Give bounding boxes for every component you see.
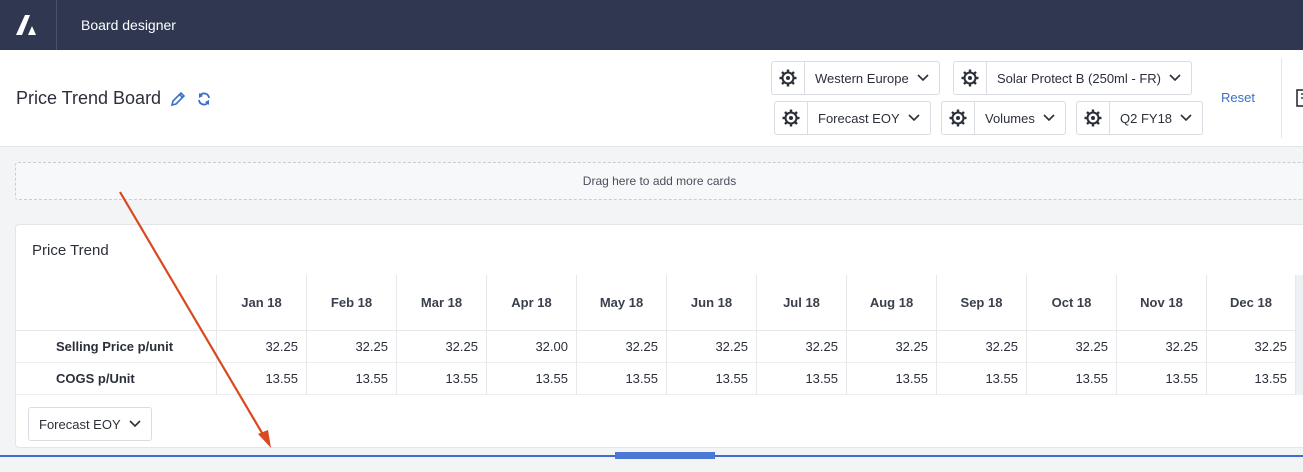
table-cell[interactable]: 13.55 xyxy=(306,363,396,395)
reset-button[interactable]: Reset xyxy=(1221,90,1255,105)
filter-measure-select[interactable]: Volumes xyxy=(975,101,1066,135)
top-app-bar: Board designer xyxy=(0,0,1303,50)
table-cell[interactable]: 32.25 xyxy=(666,331,756,363)
card-title: Price Trend xyxy=(32,242,109,259)
table-cell[interactable]: 32.25 xyxy=(1206,331,1296,363)
filter-measure-value: Volumes xyxy=(985,110,1035,126)
table-cell[interactable]: 13.55 xyxy=(1116,363,1206,395)
table-cell[interactable]: 32.25 xyxy=(756,331,846,363)
price-trend-table: Jan 18 Feb 18 Mar 18 Apr 18 May 18 Jun 1… xyxy=(16,275,1303,395)
table-cell[interactable]: 13.55 xyxy=(846,363,936,395)
table-cell[interactable]: 32.25 xyxy=(1116,331,1206,363)
chevron-down-icon xyxy=(917,74,929,82)
filter-scenario: Forecast EOY xyxy=(774,101,931,135)
side-panel-icon[interactable] xyxy=(1296,89,1303,112)
table-corner-cell xyxy=(16,275,216,331)
table-cell[interactable]: 13.55 xyxy=(1206,363,1296,395)
edit-pencil-icon[interactable] xyxy=(169,90,187,108)
filter-scenario-value: Forecast EOY xyxy=(818,110,900,126)
column-header: Sep 18 xyxy=(936,275,1026,331)
table-cell[interactable]: 13.55 xyxy=(216,363,306,395)
table-cell[interactable]: 32.25 xyxy=(396,331,486,363)
column-header: Dec 18 xyxy=(1206,275,1296,331)
filter-product-value: Solar Protect B (250ml - FR) xyxy=(997,70,1161,86)
column-header: Aug 18 xyxy=(846,275,936,331)
table-cell[interactable]: 32.25 xyxy=(576,331,666,363)
filter-region-settings-button[interactable] xyxy=(771,61,805,95)
gear-icon xyxy=(782,109,800,127)
table-cell[interactable]: 13.55 xyxy=(666,363,756,395)
chevron-down-icon xyxy=(1043,114,1055,122)
column-header: Jun 18 xyxy=(666,275,756,331)
table-row: COGS p/Unit 13.55 13.55 13.55 13.55 13.5… xyxy=(16,363,1303,395)
filter-measure: Volumes xyxy=(941,101,1066,135)
chevron-down-icon xyxy=(129,420,141,428)
refresh-icon[interactable] xyxy=(195,90,213,108)
filter-product-select[interactable]: Solar Protect B (250ml - FR) xyxy=(987,61,1192,95)
board-title-group: Price Trend Board xyxy=(16,88,213,109)
filter-product-settings-button[interactable] xyxy=(953,61,987,95)
column-header: Nov 18 xyxy=(1116,275,1206,331)
app-title: Board designer xyxy=(81,17,176,33)
table-cell[interactable]: 32.25 xyxy=(306,331,396,363)
board-title: Price Trend Board xyxy=(16,88,162,108)
filter-period-settings-button[interactable] xyxy=(1076,101,1110,135)
chevron-down-icon xyxy=(908,114,920,122)
table-cell[interactable]: 32.25 xyxy=(1026,331,1116,363)
column-header: Apr 18 xyxy=(486,275,576,331)
column-header: Feb 18 xyxy=(306,275,396,331)
filter-region-value: Western Europe xyxy=(815,70,909,86)
table-cell[interactable]: 32.25 xyxy=(846,331,936,363)
table-cell[interactable]: 13.55 xyxy=(486,363,576,395)
table-cell[interactable]: 32.00 xyxy=(486,331,576,363)
table-cell[interactable]: 13.55 xyxy=(396,363,486,395)
gear-icon xyxy=(961,69,979,87)
filter-region: Western Europe xyxy=(771,61,940,95)
table-cell[interactable]: 13.55 xyxy=(936,363,1026,395)
table-cell[interactable]: 32.25 xyxy=(216,331,306,363)
table-scrollbar[interactable] xyxy=(1296,275,1303,331)
row-label: Selling Price p/unit xyxy=(16,331,216,363)
gear-icon xyxy=(949,109,967,127)
filter-scenario-select[interactable]: Forecast EOY xyxy=(808,101,931,135)
filter-measure-settings-button[interactable] xyxy=(941,101,975,135)
chevron-down-icon xyxy=(1180,114,1192,122)
table-cell[interactable]: 13.55 xyxy=(1026,363,1116,395)
header-divider xyxy=(1281,58,1282,138)
logo[interactable] xyxy=(0,0,57,50)
column-header: Jul 18 xyxy=(756,275,846,331)
chevron-down-icon xyxy=(1169,74,1181,82)
table-cell[interactable]: 32.25 xyxy=(936,331,1026,363)
card-scenario-dropdown[interactable]: Forecast EOY xyxy=(28,407,152,441)
table-cell[interactable]: 13.55 xyxy=(576,363,666,395)
row-label: COGS p/Unit xyxy=(16,363,216,395)
table-row: Selling Price p/unit 32.25 32.25 32.25 3… xyxy=(16,331,1303,363)
filter-region-select[interactable]: Western Europe xyxy=(805,61,940,95)
column-header: Mar 18 xyxy=(396,275,486,331)
price-trend-card: Price Trend Jan 18 Feb 18 Mar 18 Apr 18 … xyxy=(15,224,1303,448)
column-header: Jan 18 xyxy=(216,275,306,331)
filter-period-value: Q2 FY18 xyxy=(1120,110,1173,126)
filter-scenario-settings-button[interactable] xyxy=(774,101,808,135)
table-header-row: Jan 18 Feb 18 Mar 18 Apr 18 May 18 Jun 1… xyxy=(16,275,1303,331)
filter-product: Solar Protect B (250ml - FR) xyxy=(953,61,1192,95)
table-cell[interactable]: 13.55 xyxy=(756,363,846,395)
board-header: Price Trend Board Western Europe Solar P… xyxy=(0,50,1303,147)
company-logo-icon xyxy=(16,15,36,35)
column-header: Oct 18 xyxy=(1026,275,1116,331)
table-scrollbar[interactable] xyxy=(1296,363,1303,395)
card-resize-handle[interactable] xyxy=(615,452,715,459)
filter-period: Q2 FY18 xyxy=(1076,101,1204,135)
card-scenario-value: Forecast EOY xyxy=(39,416,121,432)
dropzone-text: Drag here to add more cards xyxy=(582,174,737,188)
gear-icon xyxy=(1084,109,1102,127)
filter-period-select[interactable]: Q2 FY18 xyxy=(1110,101,1204,135)
add-cards-dropzone[interactable]: Drag here to add more cards xyxy=(15,162,1303,200)
column-header: May 18 xyxy=(576,275,666,331)
table-scrollbar[interactable] xyxy=(1296,331,1303,363)
gear-icon xyxy=(779,69,797,87)
